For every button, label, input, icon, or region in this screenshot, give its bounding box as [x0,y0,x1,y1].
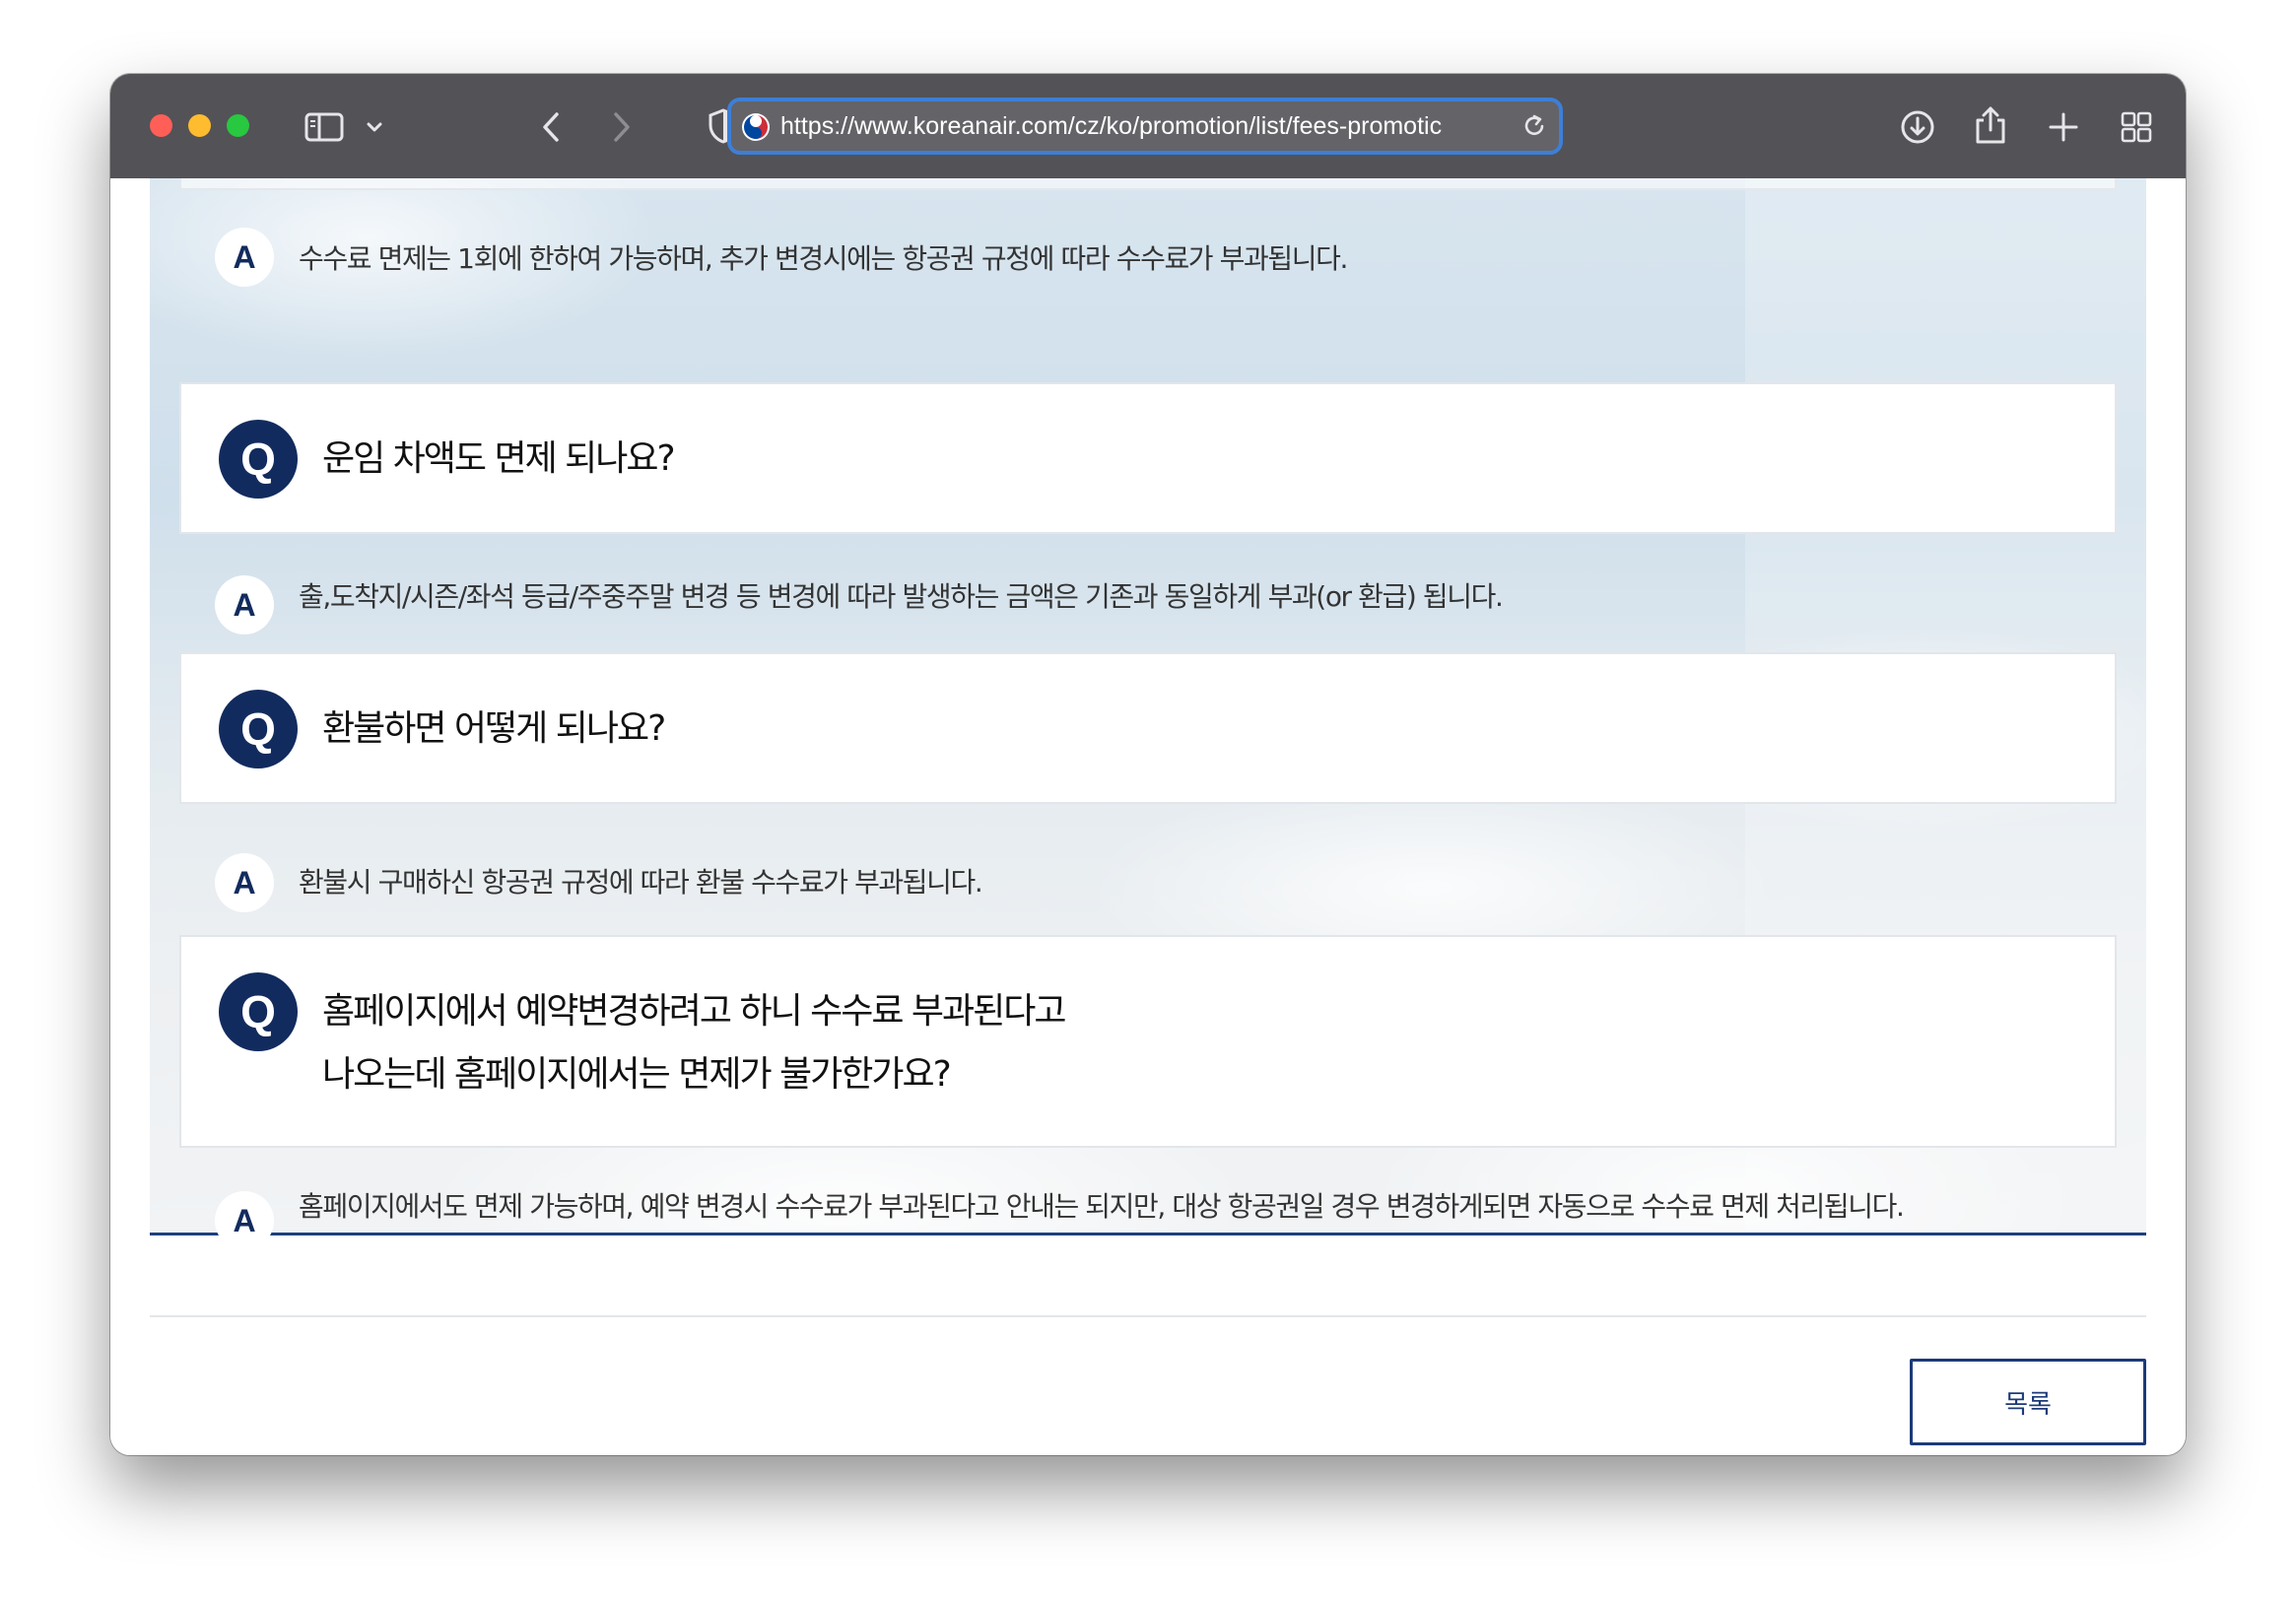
list-button[interactable]: 목록 [1910,1359,2146,1445]
faq-answer: A 환불시 구매하신 항공권 규정에 따라 환불 수수료가 부과됩니다. [179,804,2117,940]
back-icon[interactable] [532,107,572,147]
answer-badge: A [215,853,274,912]
faq-question[interactable]: Q 운임 차액도 면제 되나요? [179,382,2117,534]
address-bar[interactable]: https://www.koreanair.com/cz/ko/promotio… [727,98,1563,155]
new-tab-plus-icon[interactable] [2042,105,2085,149]
section-divider [150,1315,2146,1317]
faq-question[interactable]: Q 홈페이지에서 예약변경하려고 하니 수수료 부과된다고 나오는데 홈페이지에… [179,935,2117,1148]
page-content: A 수수료 면제는 1회에 한하여 가능하며, 추가 변경시에는 항공권 규정에… [110,178,2186,1455]
question-badge: Q [219,690,298,768]
question-text: 환불하면 어떻게 되나요? [322,708,666,749]
browser-toolbar: https://www.koreanair.com/cz/ko/promotio… [110,74,2186,180]
download-icon[interactable] [1896,105,1939,149]
faq-answer: A 홈페이지에서도 면제 가능하며, 예약 변경시 수수료가 부과된다고 안내는… [179,1148,2117,1250]
url-text[interactable]: https://www.koreanair.com/cz/ko/promotio… [780,101,1510,151]
sidebar-icon[interactable] [302,107,347,147]
answer-text: 출,도착지/시즌/좌석 등급/주중주말 변경 등 변경에 따라 발생하는 금액은… [299,580,1504,613]
faq-answer: A 수수료 면제는 1회에 한하여 가능하며, 추가 변경시에는 항공권 규정에… [179,190,2117,300]
answer-text: 환불시 구매하신 항공권 규정에 따라 환불 수수료가 부과됩니다. [299,866,983,899]
question-text: 운임 차액도 면제 되나요? [322,438,676,479]
question-badge: Q [219,972,298,1051]
answer-text: 홈페이지에서도 면제 가능하며, 예약 변경시 수수료가 부과된다고 안내는 되… [299,1190,1905,1223]
site-favicon-icon [742,113,770,141]
zoom-window-button[interactable] [227,114,249,137]
forward-icon[interactable] [601,107,641,147]
faq-question[interactable]: Q 환불하면 어떻게 되나요? [179,652,2117,804]
minimize-window-button[interactable] [188,114,211,137]
share-icon[interactable] [1969,101,2012,149]
question-badge: Q [219,420,298,499]
previous-question-box-edge [179,178,2117,190]
browser-window: https://www.koreanair.com/cz/ko/promotio… [110,74,2186,1455]
close-window-button[interactable] [150,114,172,137]
tabs-grid-icon[interactable] [2115,105,2158,149]
question-text-line-2: 나오는데 홈페이지에서는 면제가 불가한가요? [322,1054,952,1095]
answer-badge: A [215,1191,274,1250]
question-text-line-1: 홈페이지에서 예약변경하려고 하니 수수료 부과된다고 [322,991,1067,1032]
reload-icon[interactable] [1521,113,1547,139]
faq-answer: A 출,도착지/시즌/좌석 등급/주중주말 변경 등 변경에 따라 발생하는 금… [179,534,2117,652]
answer-text: 수수료 면제는 1회에 한하여 가능하며, 추가 변경시에는 항공권 규정에 따… [299,242,1348,275]
chevron-down-icon[interactable] [363,113,386,141]
answer-badge: A [215,228,274,287]
answer-badge: A [215,575,274,634]
